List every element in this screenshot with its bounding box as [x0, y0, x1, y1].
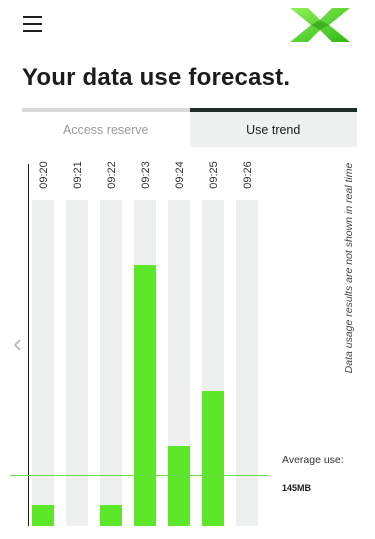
chart-column[interactable]: 09:20 [32, 150, 54, 526]
usage-bar [134, 265, 156, 526]
x-tick-label: 09:24 [170, 154, 190, 196]
bar-track [100, 200, 122, 526]
x-tick-text: 09:22 [106, 161, 118, 189]
realtime-note-text: Data usage results are not shown in real… [343, 162, 355, 374]
average-use-value: 145MB [282, 483, 312, 493]
hamburger-menu-icon[interactable] [23, 16, 43, 34]
x-tick-label: 09:21 [68, 154, 88, 196]
y-axis-line [28, 164, 29, 526]
bar-track [202, 200, 224, 526]
menu-line [23, 16, 42, 18]
chart-column[interactable]: 09:24 [168, 150, 190, 526]
page-title: Your data use forecast. [22, 64, 291, 91]
x-tick-text: 09:25 [208, 161, 220, 189]
chart-column[interactable]: 09:21 [66, 150, 88, 526]
bar-track [168, 200, 190, 526]
bar-track [134, 200, 156, 526]
menu-line [23, 23, 42, 25]
x-tick-text: 09:26 [242, 161, 254, 189]
x-tick-text: 09:24 [174, 161, 186, 189]
usage-bar [100, 505, 122, 526]
tab-bar: Access reserve Use trend [22, 108, 357, 147]
usage-bar [168, 446, 190, 526]
chart-column[interactable]: 09:23 [134, 150, 156, 526]
x-tick-label: 09:25 [204, 154, 224, 196]
x-tick-text: 09:20 [38, 161, 50, 189]
average-line [10, 475, 268, 476]
usage-chart: 09:20 09:21 09:22 09:23 09:24 09:25 09:26 Aver… [0, 150, 375, 539]
bar-track [32, 200, 54, 526]
x-tick-label: 09:26 [238, 154, 258, 196]
x-tick-text: 09:21 [72, 161, 84, 189]
x-tick-label: 09:23 [136, 154, 156, 196]
bar-track [66, 200, 88, 526]
bar-track [236, 200, 258, 526]
menu-line [23, 30, 42, 32]
average-use-label: Average use: [282, 454, 344, 466]
x-tick-label: 09:20 [34, 154, 54, 196]
chevron-left-icon[interactable] [11, 338, 25, 352]
x-tick-label: 09:22 [102, 154, 122, 196]
x-logo-icon[interactable] [288, 6, 352, 44]
chart-column[interactable]: 09:22 [100, 150, 122, 526]
chart-column[interactable]: 09:26 [236, 150, 258, 526]
chart-column[interactable]: 09:25 [202, 150, 224, 526]
usage-bar [202, 391, 224, 526]
usage-bar [32, 505, 54, 526]
x-tick-text: 09:23 [140, 161, 152, 189]
tab-use-trend[interactable]: Use trend [189, 108, 357, 147]
tab-access-reserve[interactable]: Access reserve [22, 108, 190, 147]
